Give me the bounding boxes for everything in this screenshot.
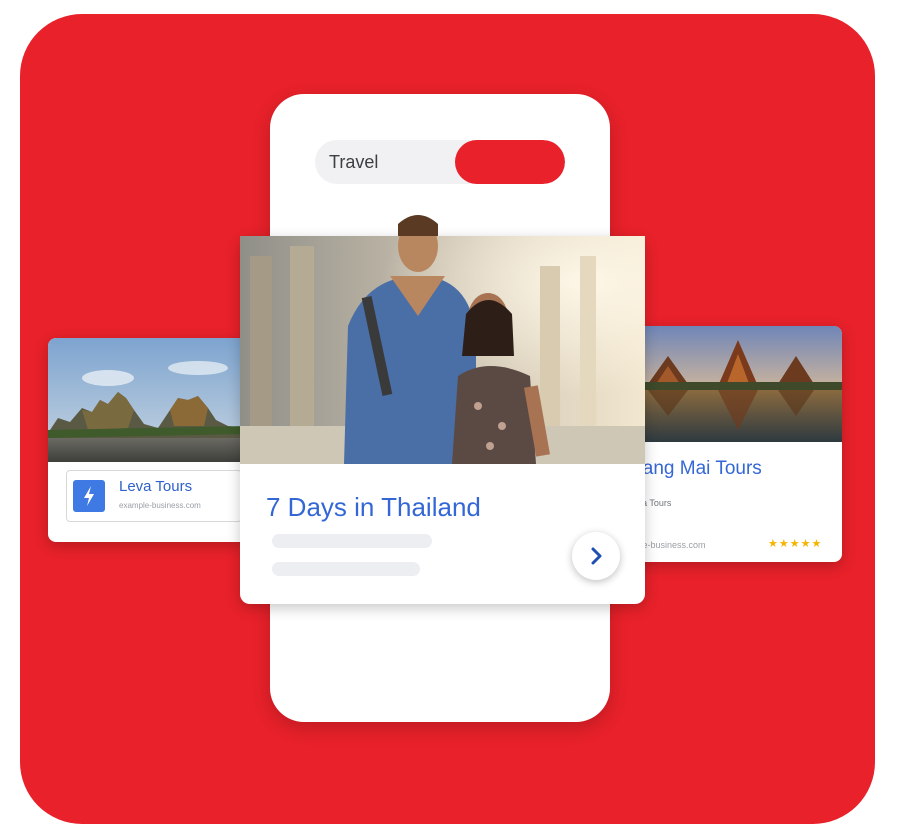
temple-reflection-image xyxy=(628,326,842,442)
right-card-subtitle: a Tours xyxy=(642,498,672,508)
brand-url: example-business.com xyxy=(119,501,201,510)
star-rating: ★★★★★ xyxy=(768,538,823,550)
ad-card-right[interactable]: hiang Mai Tours a Tours mple-business.co… xyxy=(628,326,842,562)
search-bar[interactable]: Travel xyxy=(315,140,565,184)
ad-card-left[interactable]: Leva Tours example-business.com xyxy=(48,338,248,542)
text-placeholder-line xyxy=(272,534,432,548)
search-button[interactable] xyxy=(455,140,565,184)
search-query: Travel xyxy=(329,152,379,172)
ad-card-main[interactable]: 7 Days in Thailand xyxy=(240,215,645,604)
right-card-title: hiang Mai Tours xyxy=(628,458,762,479)
brand-name: Leva Tours xyxy=(119,478,193,495)
mountain-lake-image xyxy=(48,338,248,462)
main-card-title: 7 Days in Thailand xyxy=(266,492,481,522)
ad-illustration: Travel Leva Tours example-business.com h… xyxy=(0,0,897,839)
brand-box: Leva Tours example-business.com xyxy=(66,470,242,522)
chevron-right-icon xyxy=(591,547,602,565)
text-placeholder-line xyxy=(272,562,420,576)
lightning-bolt-icon xyxy=(73,480,105,512)
next-button[interactable] xyxy=(572,532,620,580)
couple-travel-photo xyxy=(240,215,645,464)
